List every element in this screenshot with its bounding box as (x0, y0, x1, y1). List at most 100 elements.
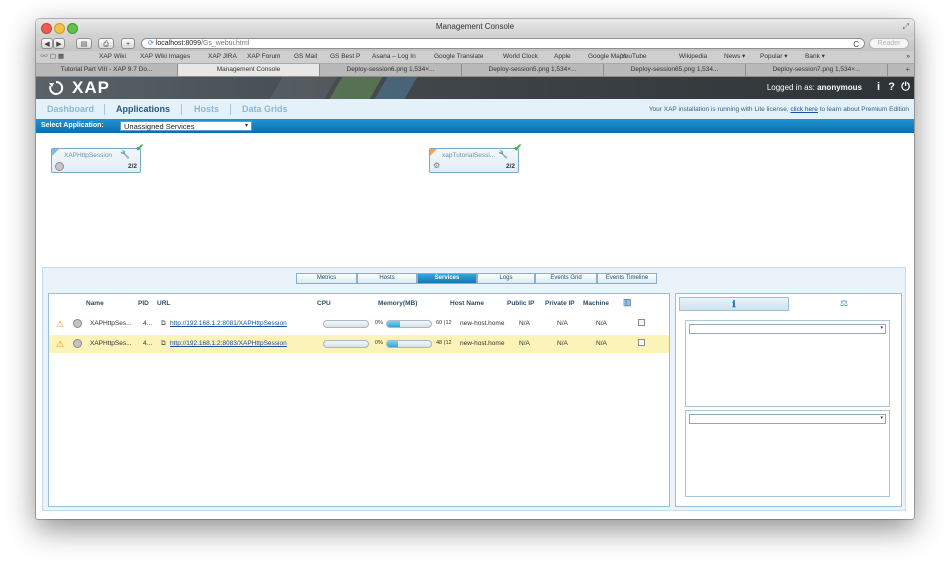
cell-host: new-host.home (460, 340, 505, 347)
row-checkbox[interactable] (638, 319, 645, 326)
bookmark-item[interactable]: XAP Forum (247, 51, 280, 63)
bookmark-item[interactable]: YouTube (621, 51, 647, 63)
details-tab[interactable]: Events Timeline (597, 273, 657, 284)
columns-chart-icon[interactable]: ▥ (623, 297, 632, 308)
application-select[interactable]: Unassigned Services ▾ (120, 121, 252, 131)
cell-name: XAPHttpSes... (90, 340, 132, 347)
instance-count: 2/2 (127, 163, 137, 170)
back-button[interactable]: ◀ (41, 38, 53, 49)
cell-host: new-host.home (460, 320, 505, 327)
fullscreen-icon[interactable]: ⤢ (903, 22, 909, 32)
sidebar-icon[interactable]: ▤ (76, 38, 92, 49)
select-application-label: Select Application: (41, 122, 104, 129)
topology-view: XAPHttpSession 🔧 ✔ 2/2 xapTutorialSessi.… (36, 133, 914, 274)
cell-memory: 60 (12 (436, 320, 452, 326)
nav-dashboard[interactable]: Dashboard (47, 104, 94, 114)
chevron-down-icon: ▾ (880, 415, 883, 421)
nav-applications[interactable]: Applications (116, 104, 170, 114)
bookmark-item[interactable]: GS Mail (294, 51, 317, 63)
cell-private-ip: N/A (557, 340, 568, 347)
new-tab-button[interactable]: + (121, 38, 135, 49)
wrench-icon[interactable]: 🔧 (498, 150, 508, 159)
row-checkbox[interactable] (638, 339, 645, 346)
chevron-down-icon: ▾ (880, 325, 883, 331)
col-header-url[interactable]: URL (157, 300, 170, 307)
nav-data-grids[interactable]: Data Grids (242, 104, 288, 114)
col-header-machine[interactable]: Machine (583, 300, 609, 307)
browser-window: Management Console ⤢ ◀ ▶ ▤ ⎙ + ⟳ localho… (36, 19, 914, 519)
more-bookmarks-icon[interactable]: » (906, 51, 910, 63)
warning-icon: ⚠ (56, 319, 65, 329)
bookmark-item[interactable]: Wikipedia (679, 51, 707, 63)
license-notice: Your XAP installation is running with Li… (648, 106, 909, 113)
bookmark-item[interactable]: GS Best P (330, 51, 360, 63)
browser-tab[interactable]: Management Console (178, 64, 320, 76)
cell-url[interactable]: http://192.168.1.2:8081/XAPHttpSession (170, 320, 287, 327)
cell-url[interactable]: http://192.168.1.2:8083/XAPHttpSession (170, 340, 287, 347)
table-row[interactable]: ⚠ XAPHttpSes... 4... ⧉ http://192.168.1.2:80… (49, 315, 669, 333)
tab-bar: + Tutorial Part VIII - XAP 9.7 Do... Mana… (36, 64, 914, 77)
details-tab[interactable]: Logs (477, 273, 535, 284)
main-nav: Dashboard Applications Hosts Data Grids … (36, 99, 914, 119)
cell-machine: N/A (596, 320, 607, 327)
col-header-name[interactable]: Name (86, 300, 104, 307)
browser-tab[interactable]: Tutorial Part VIII - XAP 9.7 Do... (36, 64, 178, 76)
col-header-memory[interactable]: Memory(MB) (378, 300, 417, 307)
scale-tab-icon[interactable]: ⚖ (789, 297, 899, 311)
cell-pid: 4... (143, 340, 153, 347)
info-tab-icon[interactable]: ℹ (679, 297, 789, 311)
details-tab[interactable]: Hosts (357, 273, 417, 284)
wrench-icon[interactable]: 🔧 (120, 150, 130, 159)
xap-logo-icon (49, 80, 64, 95)
details-tab[interactable]: Services (417, 273, 477, 284)
xap-logo-text: XAP (72, 78, 110, 97)
nav-hosts[interactable]: Hosts (194, 104, 219, 114)
reader-button[interactable]: Reader (869, 38, 909, 49)
help-icon[interactable]: ? (888, 81, 895, 93)
service-node-name: XAPHttpSession (64, 152, 113, 159)
service-node[interactable]: XAPHttpSession 🔧 ✔ 2/2 (51, 143, 144, 173)
add-tab-icon[interactable]: + (905, 64, 910, 76)
forward-button[interactable]: ▶ (53, 38, 65, 49)
browser-toolbar: ◀ ▶ ▤ ⎙ + ⟳ localhost:8099/Gs_webui.html… (36, 37, 914, 51)
reload-icon[interactable]: C (853, 40, 859, 50)
bookmark-item[interactable]: Apple (554, 51, 571, 63)
side-panel-select-bottom[interactable]: ▾ (689, 414, 886, 424)
bookmark-item[interactable]: World Clock (503, 51, 538, 63)
bookmark-item[interactable]: Asana – Log In (372, 51, 416, 63)
logout-icon[interactable]: ⏻ (901, 81, 910, 94)
browser-tab[interactable]: Deploy-session6.png 1,534×... (320, 64, 462, 76)
bookmark-item[interactable]: Google Translate (434, 51, 484, 63)
browser-tab[interactable]: Deploy-session7.png 1,534×... (746, 64, 888, 76)
share-icon[interactable]: ⎙ (98, 38, 114, 49)
col-header-cpu[interactable]: CPU (317, 300, 331, 307)
bookmark-item[interactable]: XAP Wiki Images (140, 51, 190, 63)
col-header-host[interactable]: Host Name (450, 300, 484, 307)
bookmark-item[interactable]: Popular ▾ (760, 51, 787, 63)
bookmark-item[interactable]: XAP JIRA (208, 51, 237, 63)
bookmark-item[interactable]: News ▾ (724, 51, 745, 63)
reading-list-icon[interactable]: 👓 ▢ ▦ (40, 51, 64, 63)
cell-public-ip: N/A (519, 340, 530, 347)
cpu-bar (323, 320, 369, 328)
browser-tab[interactable]: Deploy-session65.png 1,534... (604, 64, 746, 76)
check-icon: ✔ (513, 143, 522, 154)
license-link[interactable]: click here (790, 106, 817, 113)
table-row[interactable]: ⚠ XAPHttpSes... 4... ⧉ http://192.168.1.2:80… (49, 335, 669, 353)
bookmark-item[interactable]: XAP Wiki (99, 51, 126, 63)
bookmark-item[interactable]: Bank ▾ (805, 51, 825, 63)
address-bar[interactable]: ⟳ localhost:8099/Gs_webui.html C (141, 38, 865, 49)
col-header-public-ip[interactable]: Public IP (507, 300, 534, 307)
check-icon: ✔ (135, 143, 144, 154)
info-icon[interactable]: i (877, 81, 880, 93)
service-node[interactable]: xapTutorialSessi... 🔧 ✔ ⚙ 2/2 (429, 143, 522, 173)
details-tab[interactable]: Events Grid (535, 273, 597, 284)
cell-name: XAPHttpSes... (90, 320, 132, 327)
col-header-pid[interactable]: PID (138, 300, 149, 307)
browser-tab[interactable]: Deploy-session5.png 1,534×... (462, 64, 604, 76)
col-header-private-ip[interactable]: Private IP (545, 300, 575, 307)
service-node-name: xapTutorialSessi... (442, 152, 496, 159)
logged-in-label: Logged in as: anonymous (766, 83, 862, 92)
side-panel-select-top[interactable]: ▾ (689, 324, 886, 334)
details-tab[interactable]: Metrics (296, 273, 357, 284)
